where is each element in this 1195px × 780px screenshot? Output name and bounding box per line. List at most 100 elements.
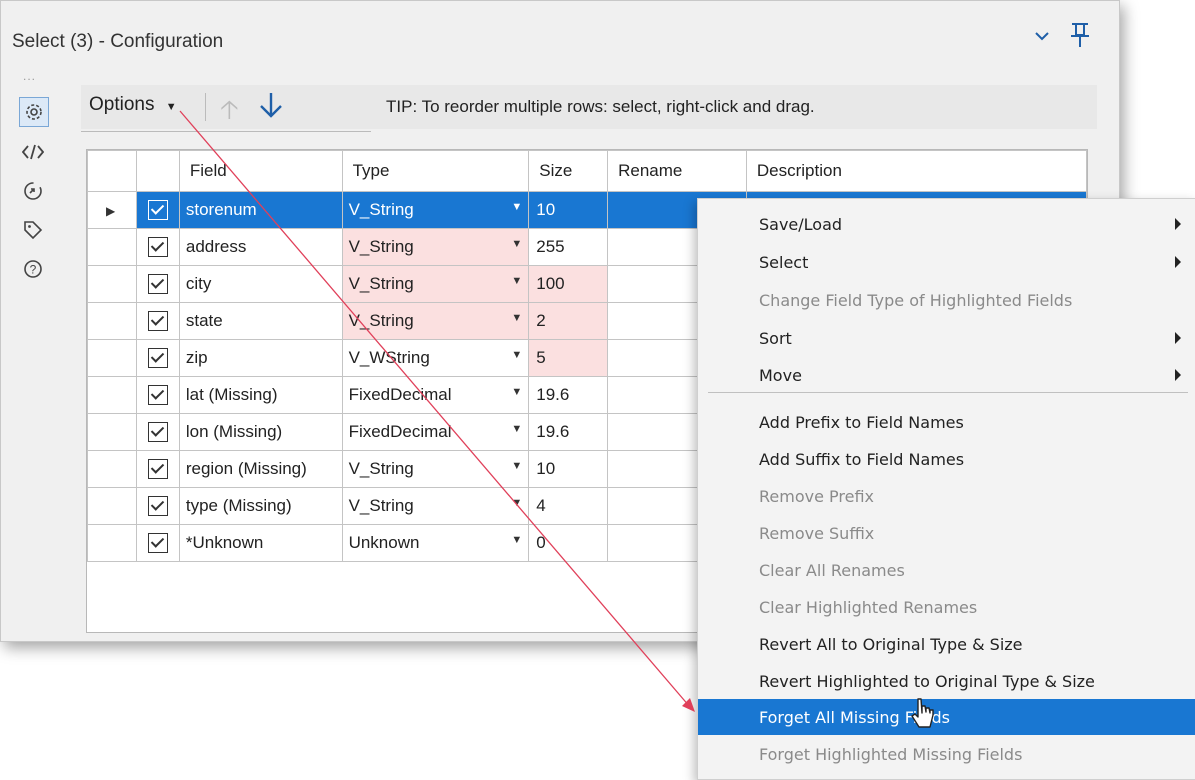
row-selector — [87, 302, 137, 340]
dropdown-arrow-icon[interactable]: ▼ — [511, 497, 522, 509]
type-dropdown[interactable]: FixedDecimal ▼ — [341, 376, 530, 414]
checkbox-icon[interactable] — [147, 274, 168, 295]
checkbox-icon[interactable] — [147, 533, 168, 554]
title-bar: Select (3) - Configuration ... — [1, 1, 1119, 83]
type-dropdown[interactable]: V_String ▼ — [341, 302, 530, 340]
type-dropdown[interactable]: V_String ▼ — [341, 487, 530, 525]
dropdown-arrow-icon[interactable]: ▼ — [511, 534, 522, 546]
options-button[interactable]: Options ▼ — [89, 94, 177, 116]
size-cell[interactable]: 100 — [528, 265, 609, 303]
pin-icon[interactable] — [1069, 22, 1091, 54]
header-description[interactable]: Description — [745, 150, 1087, 192]
field-cell[interactable]: zip — [178, 339, 343, 377]
size-cell[interactable]: 19.6 — [528, 413, 609, 451]
menu-item-move[interactable]: Move — [698, 357, 1195, 393]
size-cell[interactable]: 2 — [528, 302, 609, 340]
row-checkbox[interactable] — [135, 376, 180, 414]
submenu-arrow-icon — [1175, 256, 1181, 268]
submenu-arrow-icon — [1175, 369, 1181, 381]
checkbox-icon[interactable] — [147, 348, 168, 369]
submenu-arrow-icon — [1175, 218, 1181, 230]
code-icon[interactable] — [19, 138, 47, 166]
checkbox-icon[interactable] — [147, 200, 168, 221]
dropdown-arrow-icon[interactable]: ▼ — [511, 238, 522, 250]
row-checkbox[interactable] — [135, 339, 180, 377]
size-cell[interactable]: 255 — [528, 228, 609, 266]
type-dropdown[interactable]: V_String ▼ — [341, 191, 530, 229]
menu-item-clear-all-renames: Clear All Renames — [759, 561, 905, 580]
chevron-down-icon[interactable] — [1033, 25, 1051, 51]
row-checkbox[interactable] — [135, 450, 180, 488]
row-checkbox[interactable] — [135, 413, 180, 451]
gear-icon[interactable] — [19, 97, 49, 127]
size-cell[interactable]: 19.6 — [528, 376, 609, 414]
header-type[interactable]: Type — [341, 150, 530, 192]
field-cell[interactable]: state — [178, 302, 343, 340]
row-checkbox[interactable] — [135, 302, 180, 340]
menu-item-forget-all-missing[interactable]: Forget All Missing Fields — [698, 699, 1195, 735]
checkbox-icon[interactable] — [147, 385, 168, 406]
menu-item-revert-highlighted[interactable]: Revert Highlighted to Original Type & Si… — [698, 663, 1195, 699]
row-selector — [87, 450, 137, 488]
field-cell[interactable]: city — [178, 265, 343, 303]
dropdown-arrow-icon[interactable]: ▼ — [511, 312, 522, 324]
field-cell[interactable]: lat (Missing) — [178, 376, 343, 414]
row-checkbox[interactable] — [135, 191, 180, 229]
header-rename[interactable]: Rename — [607, 150, 747, 192]
size-cell[interactable]: 4 — [528, 487, 609, 525]
toolbar-separator — [205, 93, 206, 121]
checkbox-icon[interactable] — [147, 311, 168, 332]
dropdown-arrow-icon[interactable]: ▼ — [511, 423, 522, 435]
dropdown-arrow-icon[interactable]: ▼ — [511, 275, 522, 287]
type-dropdown[interactable]: Unknown ▼ — [341, 524, 530, 562]
row-selector — [87, 413, 137, 451]
type-dropdown[interactable]: V_String ▼ — [341, 228, 530, 266]
arrow-cycle-icon[interactable] — [19, 177, 47, 205]
checkbox-icon[interactable] — [147, 459, 168, 480]
size-cell[interactable]: 10 — [528, 191, 609, 229]
submenu-arrow-icon — [1175, 332, 1181, 344]
field-cell[interactable]: address — [178, 228, 343, 266]
field-cell[interactable]: storenum — [178, 191, 343, 229]
size-cell[interactable]: 5 — [528, 339, 609, 377]
help-icon[interactable]: ? — [19, 255, 47, 283]
row-checkbox[interactable] — [135, 487, 180, 525]
menu-item-save-load[interactable]: Save/Load — [698, 206, 1195, 242]
type-dropdown[interactable]: FixedDecimal ▼ — [341, 413, 530, 451]
field-cell[interactable]: lon (Missing) — [178, 413, 343, 451]
move-down-icon[interactable] — [258, 91, 284, 126]
size-cell[interactable]: 0 — [528, 524, 609, 562]
tip-text: TIP: To reorder multiple rows: select, r… — [386, 97, 815, 116]
field-cell[interactable]: region (Missing) — [178, 450, 343, 488]
menu-item-sort[interactable]: Sort — [698, 320, 1195, 356]
row-checkbox[interactable] — [135, 524, 180, 562]
overflow-dots[interactable]: ... — [23, 69, 36, 83]
checkbox-icon[interactable] — [147, 422, 168, 443]
row-checkbox[interactable] — [135, 265, 180, 303]
checkbox-icon[interactable] — [147, 496, 168, 517]
header-field[interactable]: Field — [178, 150, 343, 192]
tag-icon[interactable] — [19, 216, 47, 244]
dropdown-arrow-icon[interactable]: ▼ — [511, 386, 522, 398]
field-cell[interactable]: type (Missing) — [178, 487, 343, 525]
menu-item-add-prefix[interactable]: Add Prefix to Field Names — [698, 404, 1195, 440]
header-size[interactable]: Size — [528, 150, 609, 192]
menu-item-revert-all[interactable]: Revert All to Original Type & Size — [698, 626, 1195, 662]
dropdown-arrow-icon[interactable]: ▼ — [511, 201, 522, 213]
menu-item-select[interactable]: Select — [698, 244, 1195, 280]
row-checkbox[interactable] — [135, 228, 180, 266]
menu-item-add-suffix[interactable]: Add Suffix to Field Names — [698, 441, 1195, 477]
type-dropdown[interactable]: V_String ▼ — [341, 265, 530, 303]
dropdown-arrow-icon[interactable]: ▼ — [511, 349, 522, 361]
move-up-icon[interactable]: 🡡 — [220, 91, 239, 135]
caret-down-icon: ▼ — [165, 101, 177, 113]
checkbox-icon[interactable] — [147, 237, 168, 258]
menu-item-change-field-type: Change Field Type of Highlighted Fields — [759, 291, 1073, 310]
type-dropdown[interactable]: V_String ▼ — [341, 450, 530, 488]
type-dropdown[interactable]: V_WString ▼ — [341, 339, 530, 377]
dropdown-arrow-icon[interactable]: ▼ — [511, 460, 522, 472]
row-selector — [87, 265, 137, 303]
toolbar: Options ▼ 🡡 TIP: To reorder multiple row… — [81, 85, 1097, 132]
field-cell[interactable]: *Unknown — [178, 524, 343, 562]
size-cell[interactable]: 10 — [528, 450, 609, 488]
